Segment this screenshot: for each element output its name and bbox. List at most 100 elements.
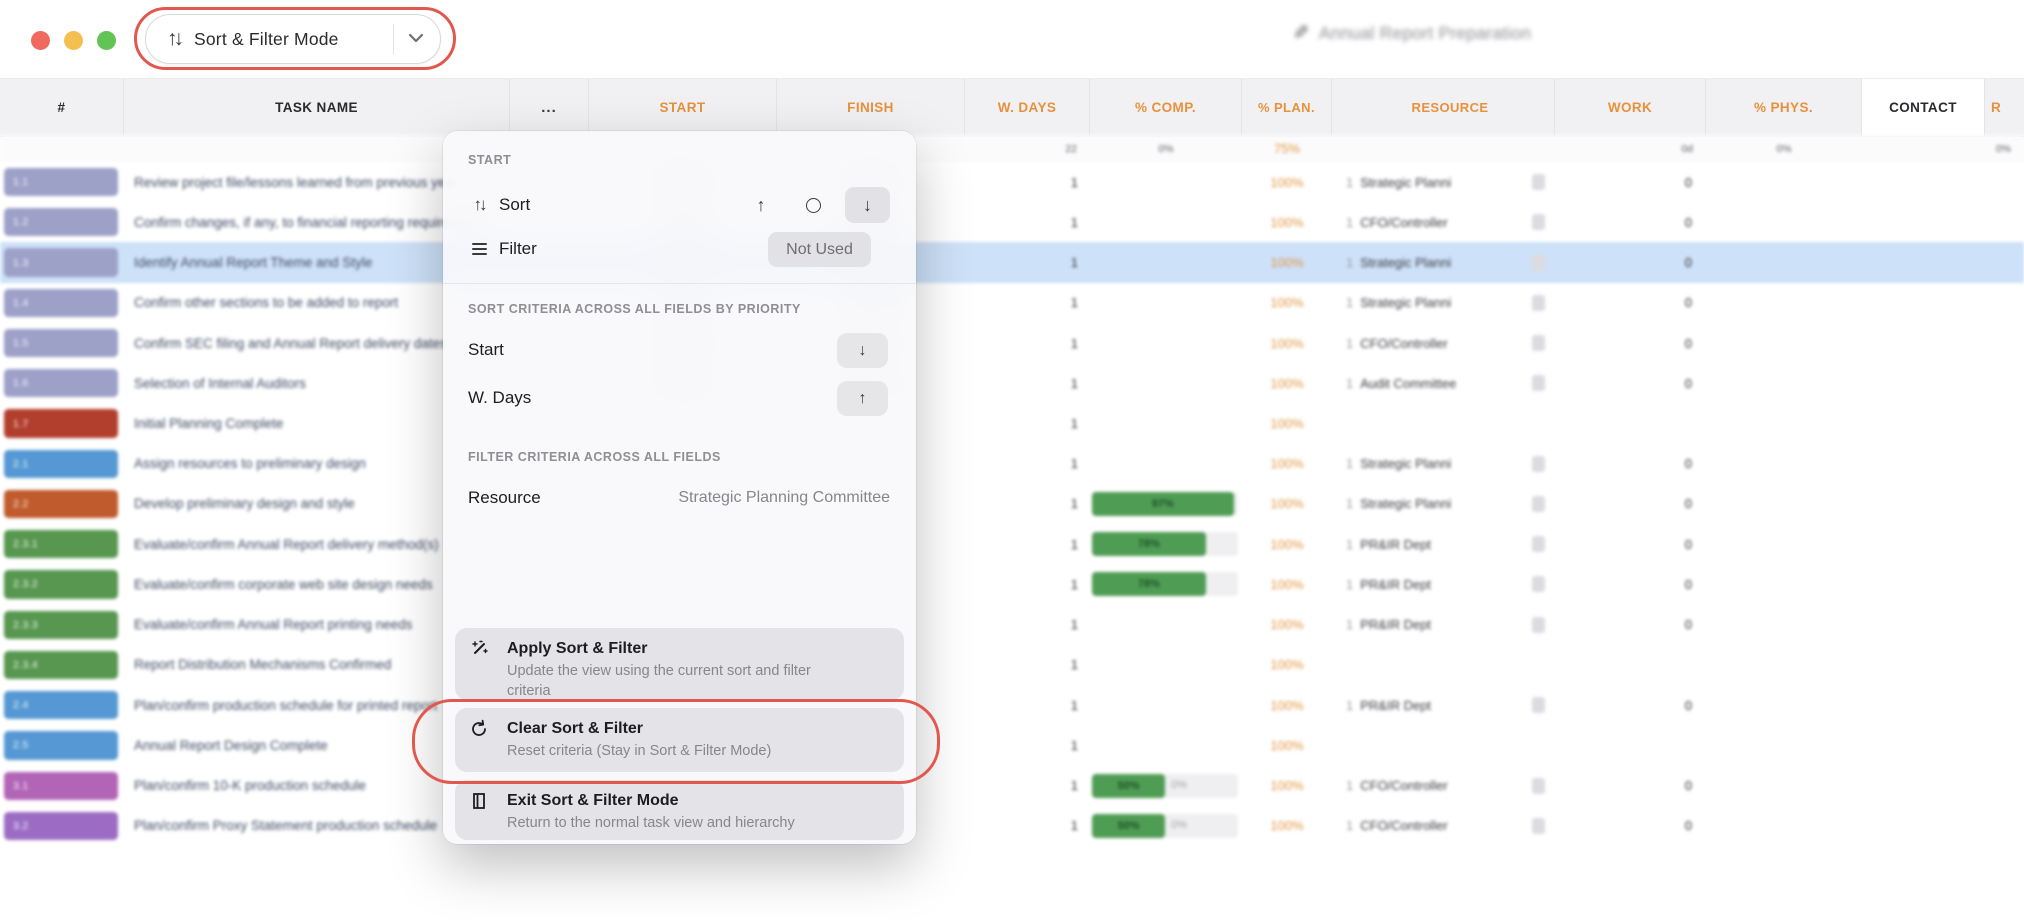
sort-criterion-direction-button[interactable]: ↓ [837,333,888,368]
table-row[interactable]: 1.3 Identify Annual Report Theme and Sty… [0,242,2024,282]
resource-count: 1 [1346,175,1353,190]
table-row[interactable]: 2.3.1 Evaluate/confirm Annual Report del… [0,524,2024,564]
sort-descending-button[interactable]: ↓ [845,187,890,223]
project-title-text: Annual Report Preparation [1319,23,1531,44]
resource-name: CFO/Controller [1360,778,1447,793]
task-id-cell: 1.6 [0,363,124,403]
arrow-up-icon: ↑ [757,195,766,216]
clear-sort-filter-button[interactable]: Clear Sort & Filter Reset criteria (Stay… [455,708,904,772]
stepper-icon[interactable] [1532,536,1545,552]
table-row[interactable]: 1.4 Confirm other sections to be added t… [0,283,2024,323]
stepper-icon[interactable] [1532,496,1545,512]
chevron-down-icon[interactable] [408,33,424,43]
pct-planned-value: 100% [1242,162,1332,202]
work-value: 0 [1555,202,1706,242]
project-title: ✎ Annual Report Preparation [1293,18,1531,48]
sort-row: ↑↓ Sort ↑ ↓ [443,183,916,227]
column-header-work[interactable]: WORK [1555,79,1706,136]
stepper-icon[interactable] [1532,335,1545,351]
stepper-icon[interactable] [1532,818,1545,834]
resource-cell: 1 CFO/Controller [1332,806,1555,846]
sort-arrows-icon: ↑↓ [468,195,490,215]
stepper-icon[interactable] [1532,778,1545,794]
column-header-resource[interactable]: RESOURCE [1332,79,1555,136]
task-id-label: 2.1 [4,458,29,470]
stepper-icon[interactable] [1532,255,1545,271]
pct-planned-value: 100% [1242,806,1332,846]
column-header-pct-comp[interactable]: % COMP. [1090,79,1242,136]
task-id-badge: 3.1 [4,772,118,800]
table-row[interactable]: 1.6 Selection of Internal Auditors 1 100… [0,363,2024,403]
minimize-window-button[interactable] [64,31,83,50]
wdays-value: 1 [965,162,1090,202]
zoom-window-button[interactable] [97,31,116,50]
resource-name: PR&IR Dept [1360,537,1431,552]
column-header-contact[interactable]: CONTACT [1862,79,1985,136]
table-row[interactable]: 2.5 Annual Report Design Complete 1 100% [0,725,2024,765]
column-header-task-name[interactable]: TASK NAME [124,79,510,136]
filter-lines-icon [468,240,490,258]
close-window-button[interactable] [31,31,50,50]
stepper-icon[interactable] [1532,214,1545,230]
task-id-label: 2.2 [4,498,29,510]
sort-ascending-button[interactable]: ↑ [741,187,781,223]
column-header-start[interactable]: START [589,79,777,136]
pct-planned-value: 100% [1242,242,1332,282]
filter-criterion-row[interactable]: Resource Strategic Planning Committee [443,475,916,521]
stepper-icon[interactable] [1532,617,1545,633]
column-header-more[interactable]: ... [510,79,589,136]
table-row[interactable]: 2.4 Plan/confirm production schedule for… [0,685,2024,725]
table-row[interactable]: 2.2 Develop preliminary design and style… [0,484,2024,524]
wdays-value: 1 [965,806,1090,846]
apply-sort-filter-button[interactable]: Apply Sort & Filter Update the view usin… [455,628,904,700]
resource-name: Strategic Planni [1360,295,1451,310]
stepper-icon[interactable] [1532,576,1545,592]
column-header-pct-phys[interactable]: % PHYS. [1706,79,1862,136]
exit-sort-filter-mode-button[interactable]: Exit Sort & Filter Mode Return to the no… [455,780,904,840]
table-row[interactable]: 1.7 Initial Planning Complete 1 100% [0,403,2024,443]
resource-count: 1 [1346,818,1353,833]
column-header-pct-plan[interactable]: % PLAN. [1242,79,1332,136]
sort-criterion-direction-button[interactable]: ↑ [837,381,888,416]
stepper-icon[interactable] [1532,456,1545,472]
table-row[interactable]: 1.1 Review project file/lessons learned … [0,162,2024,202]
table-row[interactable]: 3.2 Plan/confirm Proxy Statement product… [0,806,2024,846]
table-row[interactable]: 1.2 Confirm changes, if any, to financia… [0,202,2024,242]
column-header-finish[interactable]: FINISH [777,79,965,136]
arrow-down-icon: ↓ [863,195,872,216]
work-value: 0 [1555,564,1706,604]
table-row[interactable]: 3.1 Plan/confirm 10-K production schedul… [0,766,2024,806]
sort-criterion-row: W. Days ↑ [443,375,916,421]
resource-name: Audit Committee [1360,376,1456,391]
stepper-icon[interactable] [1532,375,1545,391]
task-id-label: 2.5 [4,739,29,751]
progress-track: 78% [1092,532,1238,556]
stepper-icon[interactable] [1532,174,1545,190]
task-id-cell: 1.3 [0,242,124,282]
resource-count: 1 [1346,456,1353,471]
resource-name: PR&IR Dept [1360,617,1431,632]
table-row[interactable]: 2.3.4 Report Distribution Mechanisms Con… [0,645,2024,685]
column-header-number[interactable]: # [0,79,124,136]
table-row[interactable]: 1.5 Confirm SEC filing and Annual Report… [0,323,2024,363]
stepper-icon[interactable] [1532,697,1545,713]
stepper-icon[interactable] [1532,295,1545,311]
sort-none-button[interactable] [793,187,833,223]
progress-track: 50% 0% [1092,774,1238,798]
pct-complete-cell [1090,645,1242,685]
table-row[interactable]: 2.3.3 Evaluate/confirm Annual Report pri… [0,605,2024,645]
column-header-wdays[interactable]: W. DAYS [965,79,1090,136]
pct-complete-cell: 50% 0% [1090,766,1242,806]
table-row[interactable]: 2.3.2 Evaluate/confirm corporate web sit… [0,564,2024,604]
table-row[interactable]: 2.1 Assign resources to preliminary desi… [0,444,2024,484]
pct-planned-value: 100% [1242,323,1332,363]
filter-status-button[interactable]: Not Used [768,232,871,267]
sort-filter-mode-button[interactable]: ↑↓ Sort & Filter Mode [145,14,441,64]
task-id-cell: 1.5 [0,323,124,363]
column-header-clipped[interactable]: R [1985,79,2024,136]
progress-bar: 50% [1092,774,1165,798]
work-value: 0 [1555,323,1706,363]
progress-trail-label: 0% [1171,819,1187,831]
resource-name: PR&IR Dept [1360,698,1431,713]
circle-icon [806,198,821,213]
